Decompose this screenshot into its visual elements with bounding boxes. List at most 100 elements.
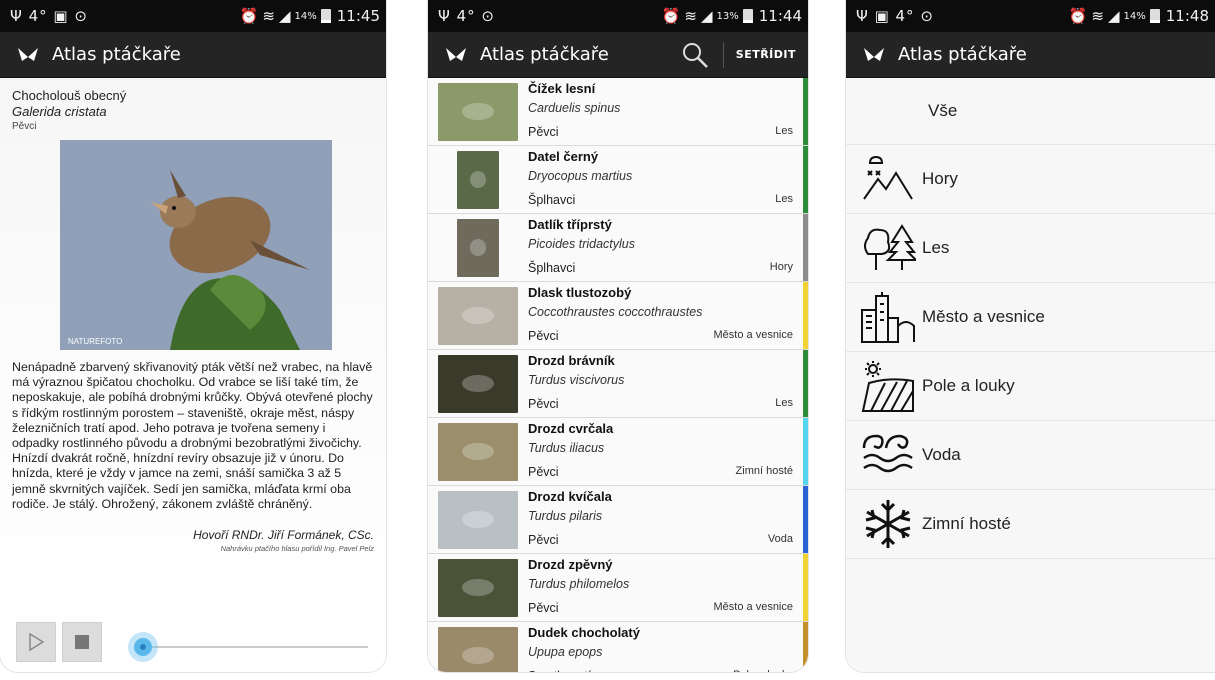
bird-order: Pěvci [528,125,559,139]
bird-latin: Picoides tridactylus [528,237,635,251]
bird-habitat: Město a vesnice [713,329,793,341]
alarm-icon: ⏰ [661,7,681,25]
bird-photo: NATUREFOTO [60,140,332,350]
bird-name: Datlík tříprstý [528,217,612,232]
play-icon [29,633,44,651]
status-bar: Ψ 4° ▣ ⊙ ⏰ ≋ ◢ 14% 11:45 [0,0,386,32]
habitat-item-winter[interactable]: Zimní hosté [846,490,1215,559]
battery-icon [320,9,331,23]
bird-latin: Turdus viscivorus [528,373,625,387]
forest-icon [854,218,922,278]
bird-habitat: Les [775,193,793,205]
bird-thumbnail [428,78,528,145]
bird-name: Drozd brávník [528,353,615,368]
bird-order: Šplhavci [528,261,576,275]
app-bar: Atlas ptáčkaře [0,32,386,78]
bird-name: Drozd kvíčala [528,489,612,504]
habitat-color-bar [803,350,808,417]
bird-order: Srostloprstí [528,669,591,672]
habitat-item-all[interactable]: Vše [846,78,1215,145]
app-logo-icon[interactable] [444,45,468,65]
app-logo-icon[interactable] [862,45,886,65]
app-title: Atlas ptáčkaře [898,44,1027,65]
city-icon [854,287,922,347]
bird-list[interactable]: Čížek lesní Carduelis spinus Pěvci Les D… [428,78,808,672]
habitat-label: Zimní hosté [922,514,1011,533]
list-screen: Ψ 4° ⊙ ⏰ ≋ ◢ 13% 11:44 Atlas ptáčkaře SE… [428,0,808,672]
habitat-label: Voda [922,445,961,464]
alarm-icon: ⏰ [1068,7,1088,25]
photo-credit: NATUREFOTO [68,337,123,346]
signal-icon: ◢ [1107,7,1120,25]
bird-list-item[interactable]: Čížek lesní Carduelis spinus Pěvci Les [428,78,808,146]
wifi-icon: ≋ [684,7,697,25]
wifi-icon: ≋ [1091,7,1104,25]
bird-order: Šplhavci [528,193,576,207]
sort-button[interactable]: SETŘÍDIT [722,41,808,68]
bird-habitat: Zimní hosté [735,465,793,477]
bird-name: Drozd cvrčala [528,421,614,436]
bird-list-item[interactable]: Drozd brávník Turdus viscivorus Pěvci Le… [428,350,808,418]
habitat-item-mountains[interactable]: Hory [846,145,1215,214]
habitat-color-bar [803,282,808,349]
status-icons: Ψ 4° ⊙ [438,7,495,25]
bird-list-item[interactable]: Dlask tlustozobý Coccothraustes coccothr… [428,282,808,350]
habitat-color-bar [803,622,808,672]
battery-percent: 14% [294,10,317,22]
search-icon[interactable] [681,41,709,69]
bird-list-item[interactable]: Drozd kvíčala Turdus pilaris Pěvci Voda [428,486,808,554]
alarm-icon: ⏰ [239,7,259,25]
bird-habitat: Voda [767,533,793,545]
bird-list-item[interactable]: Dudek chocholatý Upupa epops Srostloprst… [428,622,808,672]
habitat-item-city[interactable]: Město a vesnice [846,283,1215,352]
habitat-color-bar [803,554,808,621]
stop-button[interactable] [62,622,102,662]
clock: 11:44 [758,7,802,25]
bird-thumbnail [428,282,528,349]
stop-icon [75,635,89,649]
habitat-item-water[interactable]: Voda [846,421,1215,490]
bird-list-item[interactable]: Drozd zpěvný Turdus philomelos Pěvci Měs… [428,554,808,622]
seekbar-thumb[interactable] [134,638,152,656]
bird-name: Datel černý [528,149,599,164]
bird-thumbnail [428,418,528,485]
habitat-label: Pole a louky [922,376,1015,395]
bird-thumbnail [428,350,528,417]
detail-screen: Ψ 4° ▣ ⊙ ⏰ ≋ ◢ 14% 11:45 Atlas ptáčkaře … [0,0,386,672]
habitat-item-fields[interactable]: Pole a louky [846,352,1215,421]
bird-thumbnail [428,486,528,553]
habitat-label: Město a vesnice [922,307,1045,326]
play-button[interactable] [16,622,56,662]
status-bar: Ψ 4° ⊙ ⏰ ≋ ◢ 13% 11:44 [428,0,808,32]
bird-habitat: Les [775,125,793,137]
bird-order: Pěvci [528,533,559,547]
battery-icon [1149,9,1160,23]
habitat-color-bar [803,146,808,213]
habitat-screen: Ψ ▣ 4° ⊙ ⏰ ≋ ◢ 14% 11:48 Atlas ptáčkaře … [846,0,1215,672]
bird-order: Pěvci [528,397,559,411]
fields-icon [854,356,922,416]
status-icons: Ψ 4° ▣ ⊙ [10,7,88,25]
habitat-label: Les [922,238,950,257]
app-logo-icon[interactable] [16,45,40,65]
bird-list-item[interactable]: Datel černý Dryocopus martius Šplhavci L… [428,146,808,214]
habitat-color-bar [803,418,808,485]
signal-icon: ◢ [278,7,291,25]
status-icons: Ψ ▣ 4° ⊙ [856,7,934,25]
habitat-menu: Vše Hory Les Město a vesnice Pole a louk… [846,78,1215,672]
bird-list-item[interactable]: Datlík tříprstý Picoides tridactylus Špl… [428,214,808,282]
bird-thumbnail [428,622,528,672]
bird-name: Dudek chocholatý [528,625,640,640]
bird-list-item[interactable]: Drozd cvrčala Turdus iliacus Pěvci Zimní… [428,418,808,486]
bird-order: Pěvci [12,121,37,132]
audio-seekbar[interactable] [148,646,368,648]
bird-order: Pěvci [528,601,559,615]
habitat-color-bar [803,486,808,553]
app-title: Atlas ptáčkaře [480,44,609,65]
habitat-item-forest[interactable]: Les [846,214,1215,283]
bird-order: Pěvci [528,465,559,479]
bird-name: Drozd zpěvný [528,557,613,572]
bird-thumbnail [428,554,528,621]
habitat-color-bar [803,78,808,145]
audio-player [16,622,102,662]
